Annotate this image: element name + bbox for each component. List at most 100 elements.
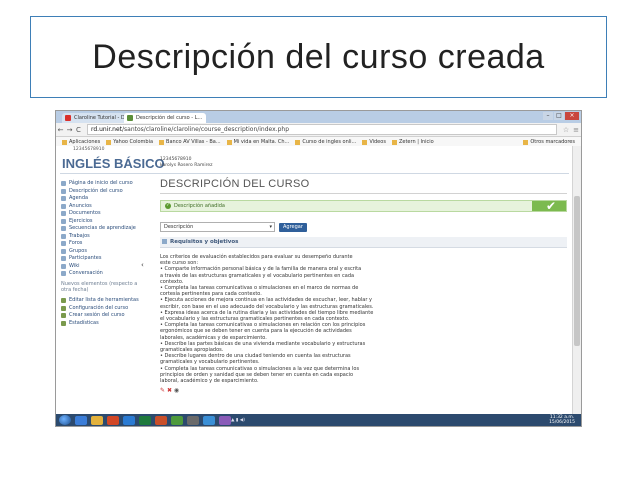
url-path: /santos/claroline/claroline/course_descr… (122, 126, 290, 133)
admin-edit-tools[interactable]: Editar lista de herramientas (61, 297, 149, 305)
bookmark-item[interactable]: Banco AV Villas - Ba... (159, 139, 221, 145)
bookmark-icon (362, 139, 368, 145)
tab-bar: Claroline Tutorial - Dri... Descripción … (56, 111, 581, 123)
explorer-icon[interactable] (91, 415, 103, 425)
info-icon (61, 188, 66, 194)
chrome-icon[interactable] (171, 415, 183, 425)
menu-item-participantes[interactable]: Participantes (61, 255, 149, 263)
slide-title-box: Descripción del curso creada (30, 16, 607, 98)
new-items-note[interactable]: Nuevos elementos (respecto a otra fecha) (61, 281, 149, 293)
menu-item-wiki[interactable]: Wiki (61, 263, 149, 271)
scrollbar[interactable] (572, 146, 581, 414)
section-title: Requisitos y objetivos (170, 239, 239, 245)
taskbar-clock[interactable]: 11:32 a.m. 15/06/2015 (549, 415, 575, 425)
alert-text: Descripción añadida (174, 203, 225, 209)
users-icon (61, 256, 66, 262)
favicon-icon (65, 115, 71, 121)
excel-icon[interactable] (139, 415, 151, 425)
admin-statistics[interactable]: Estadísticas (61, 320, 149, 328)
bookmark-item[interactable]: Zetern | Inicio (391, 139, 434, 145)
edit-icon (61, 298, 66, 304)
tab-label: Descripción del curso - L... (136, 115, 203, 121)
url-input[interactable]: rd.unir.net/santos/claroline/claroline/c… (87, 124, 557, 135)
powerpoint-icon[interactable] (155, 415, 167, 425)
folder-icon (523, 139, 529, 145)
quiz-icon (61, 218, 66, 224)
bookmark-item[interactable]: Videos (362, 139, 386, 145)
menu-item-ejercicios[interactable]: Ejercicios (61, 218, 149, 226)
bookmark-icon (226, 139, 232, 145)
app-icon[interactable] (187, 415, 199, 425)
windows-taskbar: ▲ ▮ ◀) 11:32 a.m. 15/06/2015 (56, 414, 581, 426)
add-button[interactable]: Agregar (279, 222, 307, 232)
menu-item-anuncios[interactable]: Anuncios (61, 203, 149, 211)
forward-arrow-icon[interactable]: → (65, 126, 74, 134)
close-icon[interactable]: × (565, 112, 579, 120)
star-icon[interactable]: ☆ (561, 126, 571, 134)
user-info: 12345678910 karolys Rosero Ramirez (160, 157, 213, 169)
maximize-icon[interactable]: □ (554, 112, 564, 120)
body-line: escribir, con base en el uso adecuado de… (160, 303, 374, 310)
reload-icon[interactable]: C (74, 126, 83, 134)
admin-course-settings[interactable]: Configuración del curso (61, 305, 149, 313)
big-check-icon: ✔ (545, 199, 556, 213)
address-bar: ← → C rd.unir.net/santos/claroline/claro… (56, 123, 581, 137)
chat-icon (61, 271, 66, 277)
admin-create-session[interactable]: Crear sesión del curso (61, 312, 149, 320)
main-content: DESCRIPCIÓN DEL CURSO ✓ Descripción añad… (160, 178, 567, 394)
menu-item-foros[interactable]: Foros (61, 240, 149, 248)
body-line: • Comparte información personal básica y… (160, 266, 362, 273)
media-icon[interactable] (107, 415, 119, 425)
delete-icon[interactable]: ✖ (167, 387, 172, 394)
home-icon (61, 181, 66, 187)
forum-icon (61, 241, 66, 247)
app-icon[interactable] (219, 415, 231, 425)
menu-icon[interactable]: ≡ (571, 126, 581, 134)
success-alert: ✓ Descripción añadida ✔ (160, 199, 567, 213)
favicon-icon (127, 115, 133, 121)
word-icon[interactable] (123, 415, 135, 425)
ie-icon[interactable] (75, 415, 87, 425)
menu-item-documentos[interactable]: Documentos (61, 210, 149, 218)
browser-tab-2[interactable]: Descripción del curso - L... (124, 113, 206, 123)
minimize-icon[interactable]: – (543, 112, 553, 120)
bookmark-item[interactable]: Yahoo Colombia (106, 139, 153, 145)
course-menu: Página de inicio del curso Descripción d… (61, 180, 149, 327)
body-line: laboral, académico y de esparcimiento. (160, 378, 259, 385)
other-bookmarks[interactable]: Otros marcadores (523, 139, 575, 145)
skype-icon[interactable] (203, 415, 215, 425)
collapse-menu-icon[interactable]: ‹ (141, 261, 144, 269)
megaphone-icon (61, 203, 66, 209)
group-icon (61, 248, 66, 254)
course-title[interactable]: INGLÉS BÁSICO (62, 156, 165, 171)
menu-item-trabajos[interactable]: Trabajos (61, 233, 149, 241)
menu-item-inicio[interactable]: Página de inicio del curso (61, 180, 149, 188)
page-content: 12345678910 INGLÉS BÁSICO 12345678910 ka… (56, 146, 573, 414)
back-arrow-icon[interactable]: ← (56, 126, 65, 134)
item-tools: ✎ ✖ ◉ (160, 387, 567, 394)
edit-icon[interactable]: ✎ (160, 387, 165, 394)
visibility-icon[interactable]: ◉ (174, 387, 179, 394)
menu-item-conversacion[interactable]: Conversación (61, 270, 149, 278)
bookmark-icon (391, 139, 397, 145)
menu-item-descripcion[interactable]: Descripción del curso (61, 188, 149, 196)
bookmark-item[interactable]: Mi vida en Malta. Ch... (226, 139, 289, 145)
check-icon: ✓ (165, 203, 171, 209)
menu-item-secuencias[interactable]: Secuencias de aprendizaje (61, 225, 149, 233)
bookmark-item[interactable]: Curso de ingles onli... (295, 139, 356, 145)
start-button-icon[interactable] (59, 415, 71, 425)
description-type-select[interactable]: Descripción ▾ (160, 222, 275, 232)
menu-item-agenda[interactable]: Agenda (61, 195, 149, 203)
session-icon (61, 313, 66, 319)
chevron-down-icon: ▾ (269, 224, 272, 230)
scrollbar-thumb[interactable] (574, 196, 580, 346)
description-body: Los criterios de evaluación establecidos… (160, 254, 396, 384)
chart-icon (61, 320, 66, 326)
url-host: rd.unir.net (91, 126, 123, 133)
section-icon (162, 239, 167, 244)
system-tray-icons[interactable]: ▲ ▮ ◀) (231, 418, 245, 423)
menu-item-grupos[interactable]: Grupos (61, 248, 149, 256)
calendar-icon (61, 196, 66, 202)
assignment-icon (61, 233, 66, 239)
bookmark-item[interactable]: Aplicaciones (62, 139, 100, 145)
